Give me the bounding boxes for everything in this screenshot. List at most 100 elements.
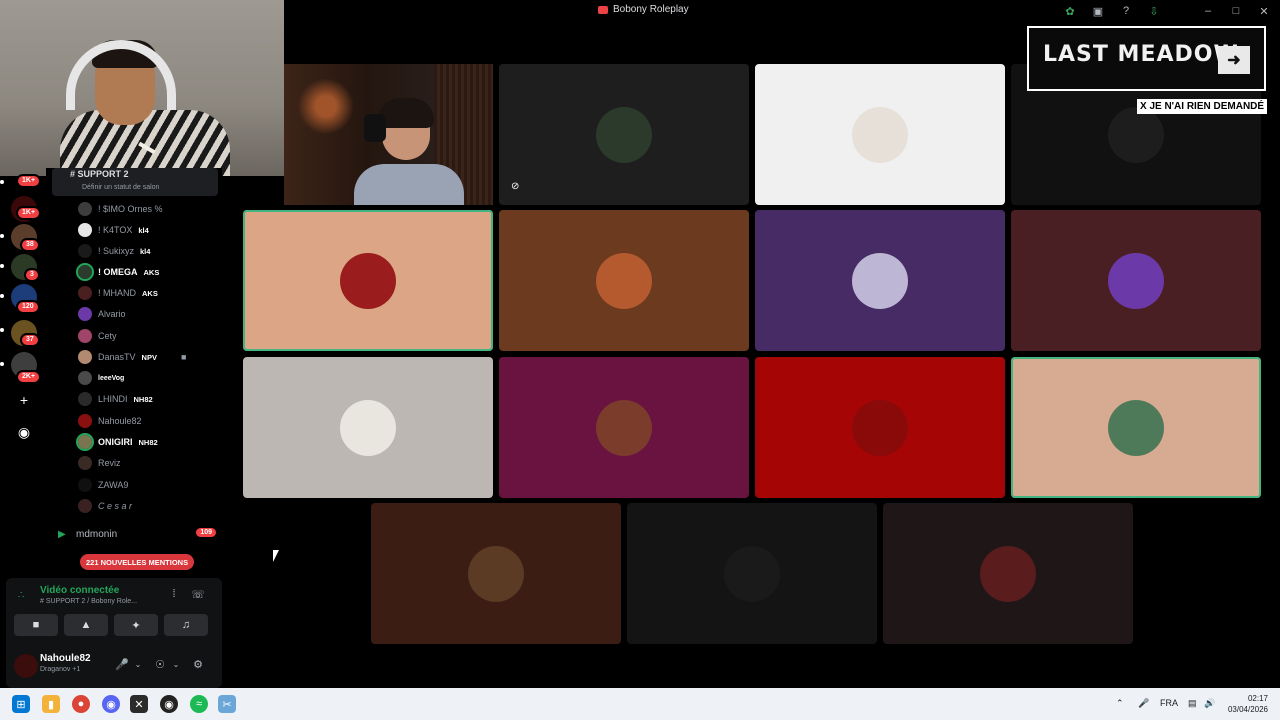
windows-taskbar: ⊞ ▮ ● ◉ ✕ ◉ ≈ ✂ ⌃ 🎤 FRA ▤ 🔊 02:17 03/04/… xyxy=(0,688,1280,720)
share-screen-button[interactable]: ▲ xyxy=(64,614,108,636)
window-title: Bobony Roleplay xyxy=(598,4,689,15)
member-tag: AKS xyxy=(143,267,160,277)
participant-avatar xyxy=(340,399,396,456)
user-name[interactable]: Nahoule82 xyxy=(40,653,91,664)
tray-chevron-up-icon[interactable]: ⌃ xyxy=(1116,698,1124,709)
video-tile[interactable] xyxy=(499,357,749,498)
chevron-down-icon[interactable]: ⌄ xyxy=(130,656,146,672)
maximize-icon[interactable]: □ xyxy=(1228,3,1244,19)
snipping-tool-icon[interactable]: ✂ xyxy=(218,695,236,713)
minimize-icon[interactable]: – xyxy=(1200,3,1216,19)
activities-button[interactable]: ✦ xyxy=(114,614,158,636)
discord-icon[interactable]: ◉ xyxy=(102,695,120,713)
help-icon[interactable]: ? xyxy=(1118,3,1134,19)
video-tile[interactable] xyxy=(627,503,877,644)
voice-channel-current[interactable]: # SUPPORT 2 Définir un statut de salon xyxy=(52,168,218,196)
nitro-leaf-icon[interactable]: ✿ xyxy=(1062,3,1078,19)
voice-channel-path[interactable]: # SUPPORT 2 / Bobony Role... xyxy=(40,598,137,605)
video-tile[interactable]: ⊘ xyxy=(499,64,749,205)
tray-language[interactable]: FRA xyxy=(1160,698,1178,708)
avatar xyxy=(78,286,92,300)
video-tile[interactable] xyxy=(755,64,1005,205)
avatar xyxy=(78,456,92,470)
member-name: ONIGIRI xyxy=(98,437,133,447)
noise-suppression-icon[interactable]: ⁞ xyxy=(166,586,182,602)
voice-member[interactable]: Alvario xyxy=(78,305,126,323)
unread-pill xyxy=(0,180,4,184)
windows-start-icon[interactable]: ⊞ xyxy=(12,695,30,713)
taskbar-clock[interactable]: 02:17 03/04/2026 xyxy=(1228,693,1268,715)
app-icon[interactable]: ✕ xyxy=(130,695,148,713)
file-explorer-icon[interactable]: ▮ xyxy=(42,695,60,713)
video-tile[interactable] xyxy=(1011,210,1261,351)
obs-icon[interactable]: ◉ xyxy=(160,695,178,713)
tray-volume-icon[interactable]: 🔊 xyxy=(1204,698,1215,709)
voice-member[interactable]: Reviz xyxy=(78,454,121,472)
rail-badge: 1K+ xyxy=(16,206,42,220)
inbox-icon[interactable]: ▣ xyxy=(1090,3,1106,19)
video-tile-camera[interactable] xyxy=(284,64,493,205)
video-tile[interactable] xyxy=(243,357,493,498)
share-screen-icon: ▲ xyxy=(80,619,92,631)
video-tile[interactable] xyxy=(755,210,1005,351)
chrome-icon[interactable]: ● xyxy=(72,695,90,713)
participant-avatar xyxy=(852,252,908,309)
tray-microphone-icon[interactable]: 🎤 xyxy=(1138,698,1149,709)
voice-channel-mdmonin[interactable]: ▶ mdmonin 109 xyxy=(58,526,216,542)
add-server-icon[interactable]: + xyxy=(12,388,36,412)
avatar xyxy=(78,329,92,343)
voice-member[interactable]: ! OMEGA AKS xyxy=(76,263,160,281)
voice-member[interactable]: ! $IMO Ornes % xyxy=(78,200,163,218)
avatar[interactable] xyxy=(14,654,38,678)
member-name: ! Sukixyz xyxy=(98,246,135,256)
voice-member[interactable]: ONIGIRI NH82 xyxy=(76,433,158,451)
explore-servers-icon[interactable]: ◉ xyxy=(12,420,36,444)
video-tile[interactable] xyxy=(755,357,1005,498)
camera-off-icon: ■ xyxy=(32,619,40,631)
soundboard-button[interactable]: ♫ xyxy=(164,614,208,636)
participant-avatar xyxy=(596,106,652,163)
voice-member[interactable]: DanasTV NPV ■ xyxy=(78,348,186,366)
member-name: DanasTV xyxy=(98,352,136,362)
video-tile-speaking[interactable] xyxy=(1011,357,1261,498)
new-mentions-button[interactable]: 221 NOUVELLES MENTIONS xyxy=(80,554,195,570)
video-tile[interactable] xyxy=(371,503,621,644)
member-name: ZAWA9 xyxy=(98,480,129,490)
user-status[interactable]: Draganov +1 xyxy=(40,666,80,673)
overlay-title: LAST MEADOW xyxy=(1043,42,1239,67)
video-tile-speaking[interactable] xyxy=(243,210,493,351)
person-headset xyxy=(364,114,386,142)
microphone-icon[interactable]: 🎤 xyxy=(114,656,130,672)
voice-member[interactable]: LHINDI NH82 xyxy=(78,390,153,408)
video-tile[interactable] xyxy=(499,210,749,351)
channel-status-text[interactable]: Définir un statut de salon xyxy=(82,184,159,191)
discord-window: Bobony Roleplay ✿ ▣ ? ⇩ – □ ✕ 1K+ 1K+ 38 xyxy=(0,0,1280,720)
settings-gear-icon[interactable]: ⚙ xyxy=(190,656,206,672)
voice-member[interactable]: ! MHAND AKS xyxy=(78,284,158,302)
unread-pill xyxy=(0,328,4,332)
headphones-icon[interactable]: ☉ xyxy=(152,656,168,672)
voice-member[interactable]: ! K4TOX kl4 xyxy=(78,221,149,239)
chevron-down-icon[interactable]: ⌄ xyxy=(168,656,184,672)
member-tag: NH82 xyxy=(138,437,158,447)
participant-avatar xyxy=(468,545,524,602)
member-name: Cety xyxy=(98,331,117,341)
video-tile[interactable] xyxy=(883,503,1133,644)
signal-icon[interactable]: ∴ xyxy=(18,590,32,602)
participant-avatar xyxy=(1108,399,1164,456)
voice-member[interactable]: ZAWA9 xyxy=(78,476,128,494)
voice-member[interactable]: C e s a r xyxy=(78,497,132,515)
disconnect-icon[interactable]: ☏ xyxy=(190,586,206,602)
voice-member[interactable]: ! Sukixyz kl4 xyxy=(78,242,150,260)
download-icon[interactable]: ⇩ xyxy=(1146,3,1162,19)
voice-member[interactable]: Nahoule82 xyxy=(78,412,142,430)
tray-network-icon[interactable]: ▤ xyxy=(1188,698,1197,709)
toggle-camera-button[interactable]: ■ xyxy=(14,614,58,636)
person-body xyxy=(354,164,464,205)
voice-member[interactable]: Cety xyxy=(78,327,117,345)
close-icon[interactable]: ✕ xyxy=(1256,3,1272,19)
title-bar-spacer xyxy=(1174,3,1188,19)
spotify-icon[interactable]: ≈ xyxy=(190,695,208,713)
voice-member[interactable]: leeeVog xyxy=(78,369,124,387)
voice-status[interactable]: Vidéo connectée xyxy=(40,585,119,596)
